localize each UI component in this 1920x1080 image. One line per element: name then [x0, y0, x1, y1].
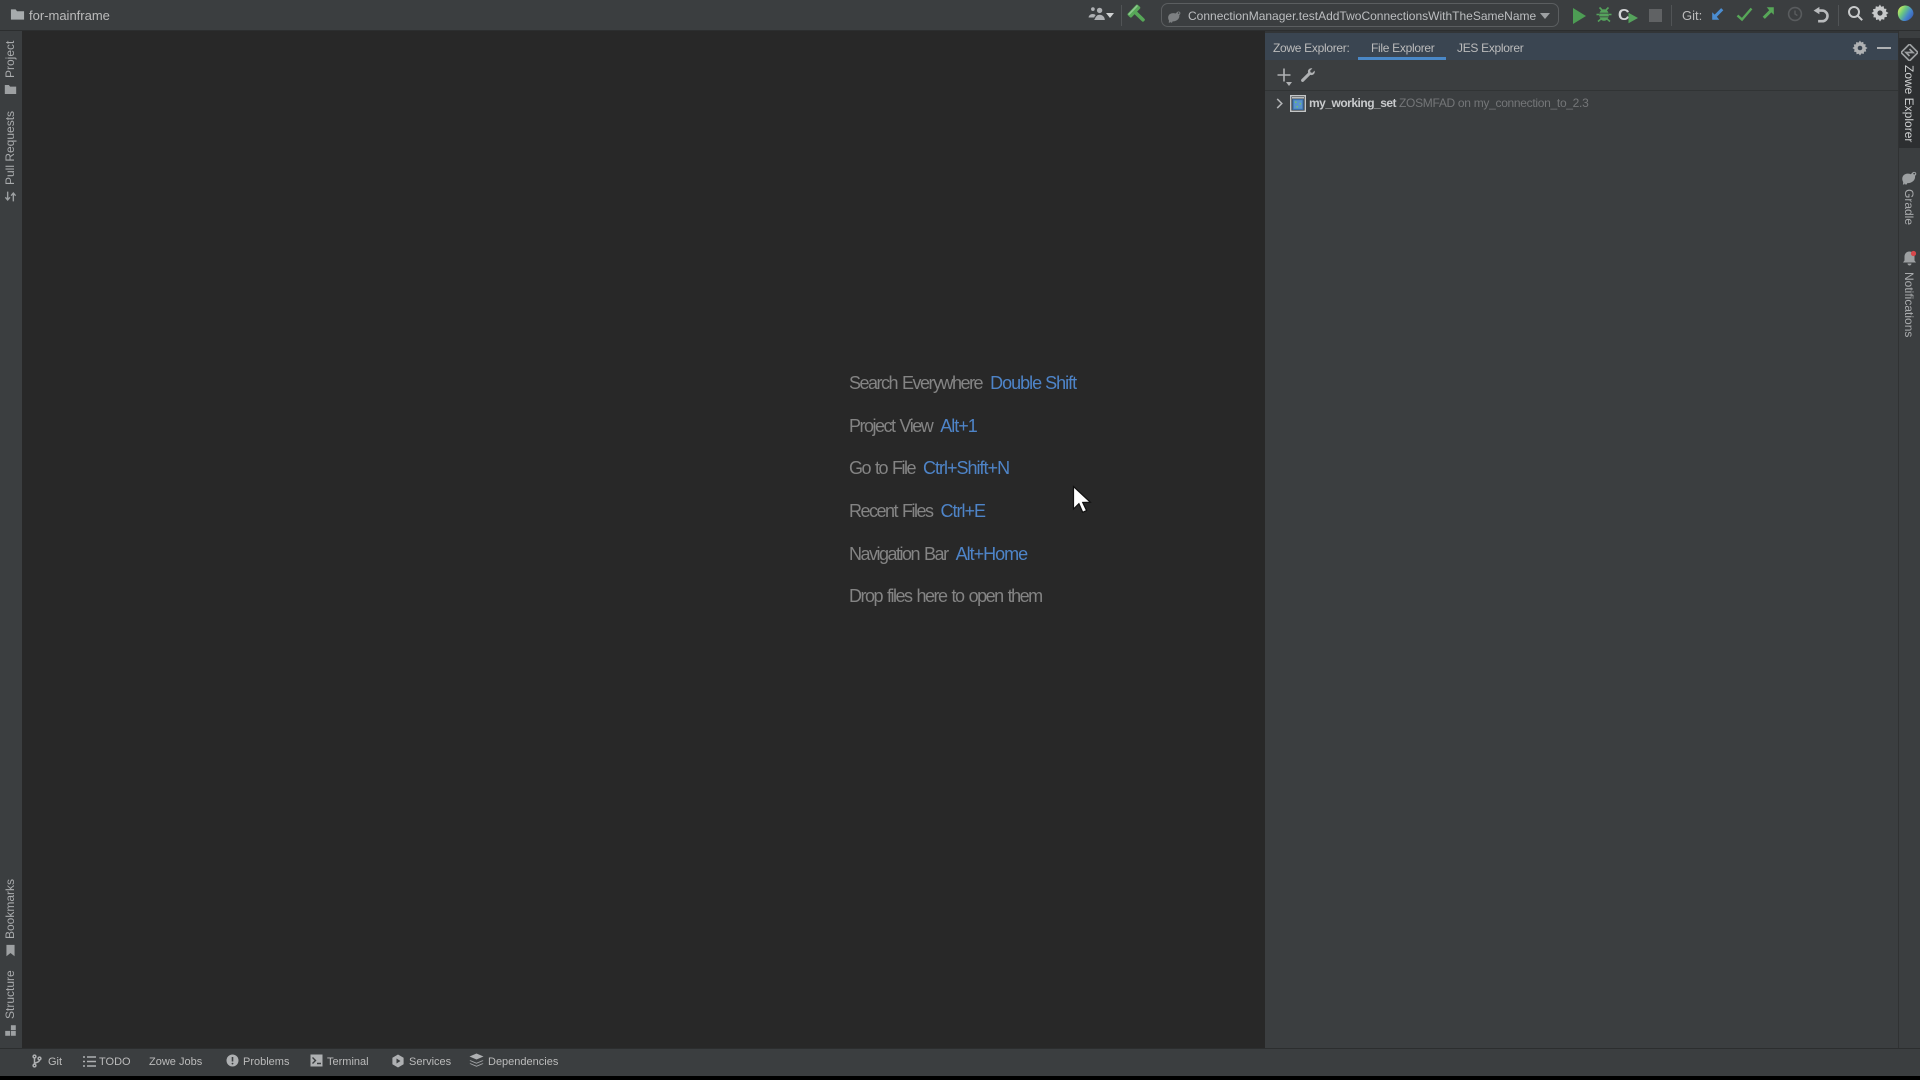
svg-text:C: C: [1618, 7, 1630, 24]
